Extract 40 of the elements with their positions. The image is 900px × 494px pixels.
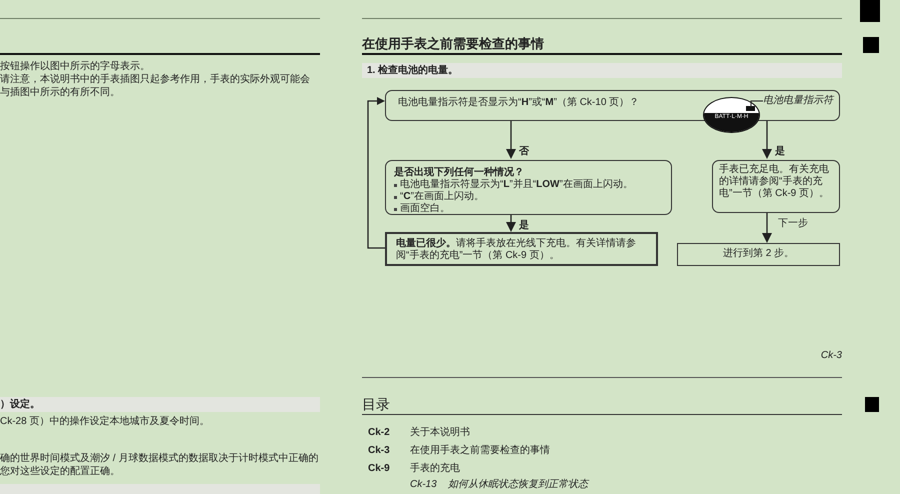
toc-page: Ck-3 (368, 444, 391, 458)
down-arrow (762, 213, 772, 243)
step-heading: 1. 检查电池的电量。 (362, 63, 842, 78)
intro-text: 按钮操作以图中所示的字母表示。 (0, 60, 151, 73)
section-heading: ）设定。 (0, 397, 320, 412)
low-battery-box: 电量已很少。请将手表放在光线下充电。有关详情请参阅“手表的充电”一节（第 Ck-9 页）。 (385, 232, 658, 266)
proceed-box: 进行到第 2 步。 (677, 243, 840, 266)
no-label: 否 (519, 145, 529, 159)
next-step-label: 下一步 (778, 218, 808, 230)
note-text: 您对这些设定的配置正确。 (0, 465, 121, 478)
toc-page: Ck-2 (368, 426, 391, 440)
tab-marker (860, 0, 880, 22)
toc-entry: 关于本说明书 (410, 426, 470, 440)
indicator-icon (746, 106, 755, 111)
indicator-label: 电池电量指示符 (763, 95, 833, 107)
tab-marker (863, 37, 879, 53)
toc-entry: 如何从休眠状态恢复到正常状态 (448, 478, 588, 492)
condition-item: 电池电量指示符显示为“L”并且“LOW”在画面上闪动。 (394, 179, 671, 191)
down-arrow (506, 215, 516, 232)
charged-box: 手表已充足电。有关充电的详情请参阅“手表的充电”一节（第 Ck-9 页）。 (712, 160, 840, 213)
toc-page: Ck-13 (410, 478, 438, 492)
page-number: Ck-3 (820, 350, 842, 362)
toc-entry: 手表的充电 (410, 462, 460, 476)
yes-label: 是 (519, 218, 529, 233)
condition-item: “C”在画面上闪动。 (394, 191, 671, 203)
note-text: 确的世界时间模式及潮汐 / 月球数据模式的数据取决于计时模式中正确的 (0, 452, 320, 466)
intro-text: 请注意，本说明书中的手表插图只起参考作用，手表的实际外观可能会 (0, 72, 311, 86)
leader-line (750, 100, 763, 107)
section-title: 在使用手表之前需要检查的事情 (362, 36, 544, 52)
intro-text: 与插图中所示的有所不同。 (0, 86, 121, 99)
down-arrow (506, 121, 516, 159)
tab-marker (865, 397, 879, 412)
toc-entry: 在使用手表之前需要检查的事情 (410, 444, 550, 458)
instruction-text: Ck-28 页）中的操作设定本地城市及夏令时间。 (0, 415, 210, 428)
yes-label: 是 (775, 144, 785, 159)
condition-item: 画面空白。 (394, 203, 671, 215)
toc-page: Ck-9 (368, 462, 391, 476)
conditions-title: 是否出现下列任何一种情况？ (394, 167, 525, 178)
toc-title: 目录 (362, 395, 390, 413)
down-arrow (762, 121, 772, 159)
